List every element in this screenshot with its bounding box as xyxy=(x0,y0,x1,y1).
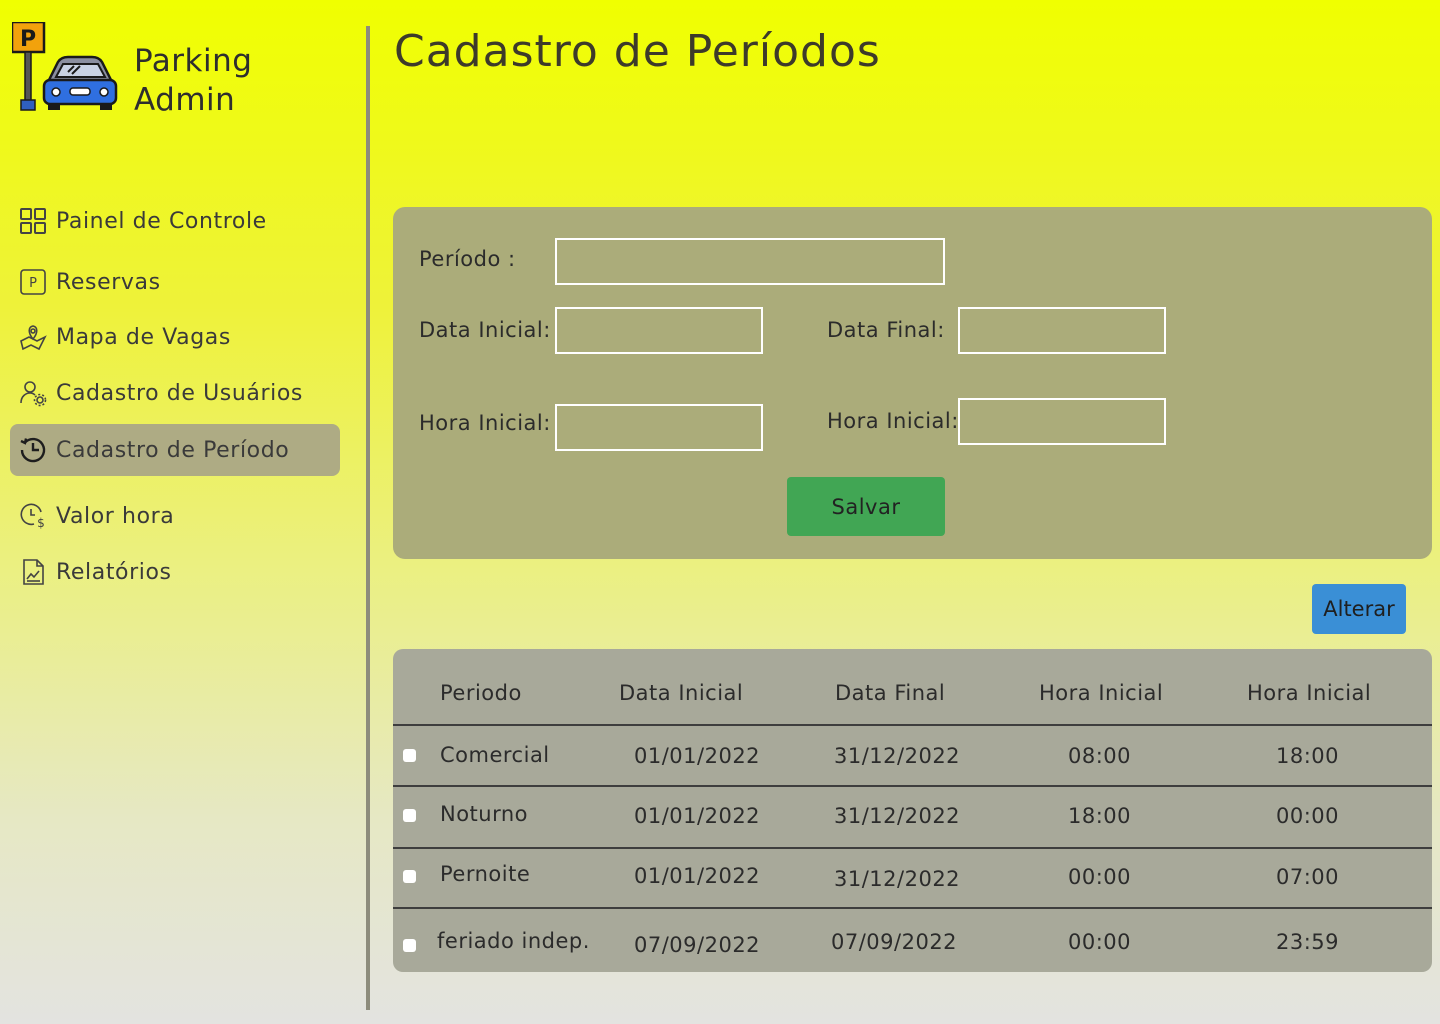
cell-data-inicial: 07/09/2022 xyxy=(634,933,761,957)
column-header-hora-inicial: Hora Inicial xyxy=(1039,681,1164,705)
sidebar-item-label: Painel de Controle xyxy=(56,208,267,234)
row-checkbox[interactable] xyxy=(403,749,416,762)
history-clock-icon xyxy=(18,435,48,465)
app-logo: P Parking Admin xyxy=(12,22,252,122)
sidebar-item-reservas[interactable]: P Reservas xyxy=(10,256,340,308)
table-row[interactable]: Comercial 01/01/2022 31/12/2022 08:00 18… xyxy=(393,726,1432,786)
sidebar-divider xyxy=(366,26,370,1010)
data-final-input[interactable] xyxy=(958,307,1166,354)
parking-car-logo-icon: P xyxy=(12,22,118,111)
sidebar-item-relatorios[interactable]: Relatórios xyxy=(10,546,340,598)
svg-text:P: P xyxy=(29,276,37,291)
cell-hora-final: 18:00 xyxy=(1276,744,1340,768)
periodo-label: Período : xyxy=(419,247,516,271)
column-header-hora-final: Hora Inicial xyxy=(1247,681,1372,705)
parking-p-icon: P xyxy=(18,267,48,297)
sidebar-item-label: Cadastro de Período xyxy=(56,437,290,463)
sidebar-item-label: Relatórios xyxy=(56,559,172,585)
row-checkbox[interactable] xyxy=(403,870,416,883)
cell-data-final: 07/09/2022 xyxy=(831,930,958,954)
hora-inicial-label: Hora Inicial: xyxy=(419,411,551,435)
sidebar-item-mapa-de-vagas[interactable]: Mapa de Vagas xyxy=(10,311,340,363)
column-header-periodo: Periodo xyxy=(440,681,522,705)
sidebar-item-cadastro-de-periodo[interactable]: Cadastro de Período xyxy=(10,424,340,476)
cell-data-final: 31/12/2022 xyxy=(834,804,961,828)
hora-inicial-2-input[interactable] xyxy=(958,398,1166,445)
page-title: Cadastro de Períodos xyxy=(394,26,881,77)
sidebar-item-cadastro-de-usuarios[interactable]: Cadastro de Usuários xyxy=(10,367,340,419)
sidebar-item-label: Valor hora xyxy=(56,503,175,529)
svg-text:$: $ xyxy=(37,516,45,530)
periods-table: Periodo Data Inicial Data Final Hora Ini… xyxy=(393,649,1432,972)
sidebar-item-painel-de-controle[interactable]: Painel de Controle xyxy=(10,195,340,247)
column-header-data-final: Data Final xyxy=(835,681,946,705)
cell-hora-inicial: 00:00 xyxy=(1068,865,1132,889)
cell-hora-inicial: 08:00 xyxy=(1068,744,1132,768)
cell-hora-inicial: 18:00 xyxy=(1068,804,1132,828)
dashboard-grid-icon xyxy=(18,206,48,236)
hora-inicial-2-label: Hora Inicial: xyxy=(827,409,959,433)
table-row[interactable]: Noturno 01/01/2022 31/12/2022 18:00 00:0… xyxy=(393,787,1432,847)
data-inicial-label: Data Inicial: xyxy=(419,318,551,342)
cell-data-inicial: 01/01/2022 xyxy=(634,804,761,828)
report-document-icon xyxy=(18,557,48,587)
cell-hora-final: 23:59 xyxy=(1276,930,1340,954)
cell-hora-final: 07:00 xyxy=(1276,865,1340,889)
sidebar-item-label: Cadastro de Usuários xyxy=(56,380,303,406)
cell-periodo: Pernoite xyxy=(440,862,531,886)
cell-hora-final: 00:00 xyxy=(1276,804,1340,828)
table-row[interactable]: Pernoite 01/01/2022 31/12/2022 00:00 07:… xyxy=(393,849,1432,909)
app-name-line1: Parking xyxy=(134,43,253,79)
cell-data-final: 31/12/2022 xyxy=(834,744,961,768)
user-gear-icon xyxy=(18,378,48,408)
cell-data-final: 31/12/2022 xyxy=(834,867,961,891)
sidebar-item-label: Reservas xyxy=(56,269,161,295)
cell-periodo: feriado indep. xyxy=(437,929,590,953)
cell-periodo: Noturno xyxy=(440,802,529,826)
row-checkbox[interactable] xyxy=(403,939,416,952)
period-form-card: Período : Data Inicial: Data Final: Hora… xyxy=(393,207,1432,559)
save-button[interactable]: Salvar xyxy=(787,477,945,536)
data-final-label: Data Final: xyxy=(827,318,945,342)
column-header-data-inicial: Data Inicial xyxy=(619,681,744,705)
sidebar-item-label: Mapa de Vagas xyxy=(56,324,231,350)
sidebar-item-valor-hora[interactable]: $ Valor hora xyxy=(10,490,340,542)
app-name-line2: Admin xyxy=(134,82,236,118)
cell-data-inicial: 01/01/2022 xyxy=(634,864,761,888)
cell-periodo: Comercial xyxy=(440,743,550,767)
app-name: Parking Admin xyxy=(134,42,252,120)
clock-dollar-icon: $ xyxy=(18,501,48,531)
map-pin-icon xyxy=(18,322,48,352)
cell-hora-inicial: 00:00 xyxy=(1068,930,1132,954)
hora-inicial-input[interactable] xyxy=(555,404,763,451)
logo-sign-letter: P xyxy=(20,27,36,52)
alter-button[interactable]: Alterar xyxy=(1312,584,1406,634)
data-inicial-input[interactable] xyxy=(555,307,763,354)
row-checkbox[interactable] xyxy=(403,809,416,822)
periodo-input[interactable] xyxy=(555,238,945,285)
table-row[interactable]: feriado indep. 07/09/2022 07/09/2022 00:… xyxy=(393,909,1432,969)
cell-data-inicial: 01/01/2022 xyxy=(634,744,761,768)
